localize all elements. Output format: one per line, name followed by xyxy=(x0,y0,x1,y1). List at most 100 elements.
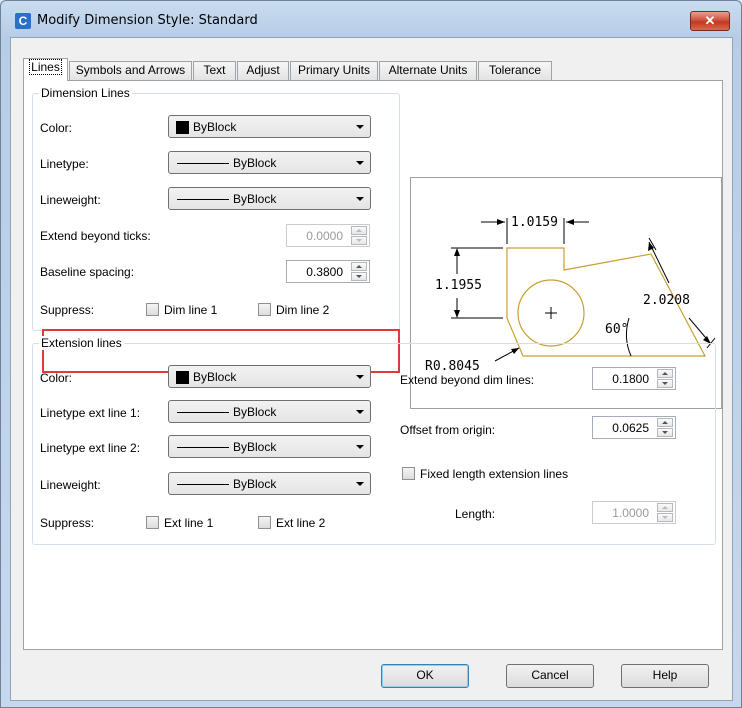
ext-line1-checkbox[interactable] xyxy=(146,516,159,529)
dim-line2-checkbox[interactable] xyxy=(258,303,271,316)
ext-line2-label: Ext line 2 xyxy=(276,516,326,530)
ext-linetype1-label: Linetype ext line 1: xyxy=(40,406,141,420)
extend-dim-lines-label: Extend beyond dim lines: xyxy=(400,373,535,387)
offset-origin-label: Offset from origin: xyxy=(400,423,496,437)
spin-down-icon[interactable] xyxy=(351,272,367,281)
dim-line2-label: Dim line 2 xyxy=(276,303,330,317)
spin-up-icon[interactable] xyxy=(657,418,673,427)
extension-lines-title: Extension lines xyxy=(39,336,124,350)
spin-up-icon[interactable] xyxy=(351,262,367,271)
dim-line1-checkbox[interactable] xyxy=(146,303,159,316)
spin-down-icon[interactable] xyxy=(657,379,673,388)
dim-right-label: 2.0208 xyxy=(643,293,690,308)
ext-color-label: Color: xyxy=(40,371,73,385)
chevron-down-icon xyxy=(356,445,364,449)
length-spinner[interactable]: 1.0000 xyxy=(592,501,676,524)
fixed-length-label: Fixed length extension lines xyxy=(420,467,569,481)
line-sample xyxy=(177,163,229,164)
tab-adjust[interactable]: Adjust xyxy=(237,61,289,80)
chevron-down-icon xyxy=(356,125,364,129)
ext-lineweight-label: Lineweight: xyxy=(40,478,101,492)
offset-origin-value: 0.0625 xyxy=(612,421,649,435)
extend-beyond-ticks-spinner[interactable]: 0.0000 xyxy=(286,224,370,247)
fixed-length-checkbox[interactable] xyxy=(402,467,415,480)
tab-symbols-and-arrows[interactable]: Symbols and Arrows xyxy=(69,61,192,80)
color-swatch xyxy=(176,121,189,134)
ext-lineweight-value: ByBlock xyxy=(233,477,277,491)
dim-linetype-label: Linetype: xyxy=(40,157,89,171)
app-icon: C xyxy=(15,13,31,29)
tab-tolerance[interactable]: Tolerance xyxy=(478,61,552,80)
spinner-buttons xyxy=(351,262,367,281)
spin-up-icon[interactable] xyxy=(657,369,673,378)
ext-linetype1-value: ByBlock xyxy=(233,405,277,419)
offset-origin-spinner[interactable]: 0.0625 xyxy=(592,416,676,439)
dialog-window: C Modify Dimension Style: Standard ✕ Lin… xyxy=(0,0,742,708)
title-bar[interactable]: C Modify Dimension Style: Standard ✕ xyxy=(1,1,741,37)
chevron-down-icon xyxy=(356,375,364,379)
dimension-lines-title: Dimension Lines xyxy=(39,86,132,100)
ext-line2-checkbox[interactable] xyxy=(258,516,271,529)
tab-text[interactable]: Text xyxy=(193,61,236,80)
dim-top-label: 1.0159 xyxy=(511,215,558,230)
chevron-down-icon xyxy=(356,161,364,165)
spin-up-icon[interactable] xyxy=(351,226,367,235)
tab-primary-units[interactable]: Primary Units xyxy=(290,61,378,80)
dim-lineweight-label: Lineweight: xyxy=(40,193,101,207)
cancel-button[interactable]: Cancel xyxy=(506,664,594,688)
chevron-down-icon xyxy=(356,410,364,414)
ext-color-value: ByBlock xyxy=(193,370,237,384)
dim-suppress-label: Suppress: xyxy=(40,303,95,317)
line-sample xyxy=(177,447,229,448)
baseline-spacing-value: 0.3800 xyxy=(306,265,343,279)
dim-lineweight-value: ByBlock xyxy=(233,192,277,206)
dialog-client: Lines Symbols and Arrows Text Adjust Pri… xyxy=(10,37,733,701)
line-sample xyxy=(177,484,229,485)
dim-color-value: ByBlock xyxy=(193,120,237,134)
tab-lines[interactable]: Lines xyxy=(23,58,68,81)
spinner-buttons xyxy=(657,369,673,388)
extend-dim-lines-value: 0.1800 xyxy=(612,372,649,386)
length-label: Length: xyxy=(455,507,496,521)
spin-down-icon[interactable] xyxy=(657,513,673,522)
spinner-buttons xyxy=(657,503,673,522)
ext-linetype2-value: ByBlock xyxy=(233,440,277,454)
extend-beyond-ticks-value: 0.0000 xyxy=(306,229,343,243)
ext-lineweight-combo[interactable]: ByBlock xyxy=(168,472,371,495)
dim-linetype-value: ByBlock xyxy=(233,156,277,170)
dim-color-label: Color: xyxy=(40,121,73,135)
line-sample xyxy=(177,199,229,200)
tab-alternate-units[interactable]: Alternate Units xyxy=(379,61,477,80)
ext-linetype2-label: Linetype ext line 2: xyxy=(40,441,141,455)
ext-suppress-label: Suppress: xyxy=(40,516,95,530)
chevron-down-icon xyxy=(356,482,364,486)
spin-down-icon[interactable] xyxy=(657,428,673,437)
length-value: 1.0000 xyxy=(612,506,649,520)
window-title: Modify Dimension Style: Standard xyxy=(37,13,258,28)
ext-linetype2-combo[interactable]: ByBlock xyxy=(168,435,371,458)
dim-color-combo[interactable]: ByBlock xyxy=(168,115,371,138)
baseline-spacing-spinner[interactable]: 0.3800 xyxy=(286,260,370,283)
dim-left-label: 1.1955 xyxy=(435,278,482,293)
chevron-down-icon xyxy=(356,197,364,201)
ext-color-combo[interactable]: ByBlock xyxy=(168,365,371,388)
extend-dim-lines-spinner[interactable]: 0.1800 xyxy=(592,367,676,390)
spinner-buttons xyxy=(351,226,367,245)
spinner-buttons xyxy=(657,418,673,437)
extend-beyond-ticks-label: Extend beyond ticks: xyxy=(40,229,151,243)
dim-lineweight-combo[interactable]: ByBlock xyxy=(168,187,371,210)
ext-linetype1-combo[interactable]: ByBlock xyxy=(168,400,371,423)
help-button[interactable]: Help xyxy=(621,664,709,688)
dim-line1-label: Dim line 1 xyxy=(164,303,218,317)
lines-tab-panel: Dimension Lines Color: ByBlock Linetype:… xyxy=(23,80,723,650)
baseline-spacing-label: Baseline spacing: xyxy=(40,265,135,279)
dim-linetype-combo[interactable]: ByBlock xyxy=(168,151,371,174)
ok-button[interactable]: OK xyxy=(381,664,469,688)
angle-label: 60° xyxy=(605,322,628,337)
line-sample xyxy=(177,412,229,413)
close-button[interactable]: ✕ xyxy=(690,11,730,31)
ext-line1-label: Ext line 1 xyxy=(164,516,214,530)
color-swatch xyxy=(176,371,189,384)
spin-up-icon[interactable] xyxy=(657,503,673,512)
spin-down-icon[interactable] xyxy=(351,236,367,245)
